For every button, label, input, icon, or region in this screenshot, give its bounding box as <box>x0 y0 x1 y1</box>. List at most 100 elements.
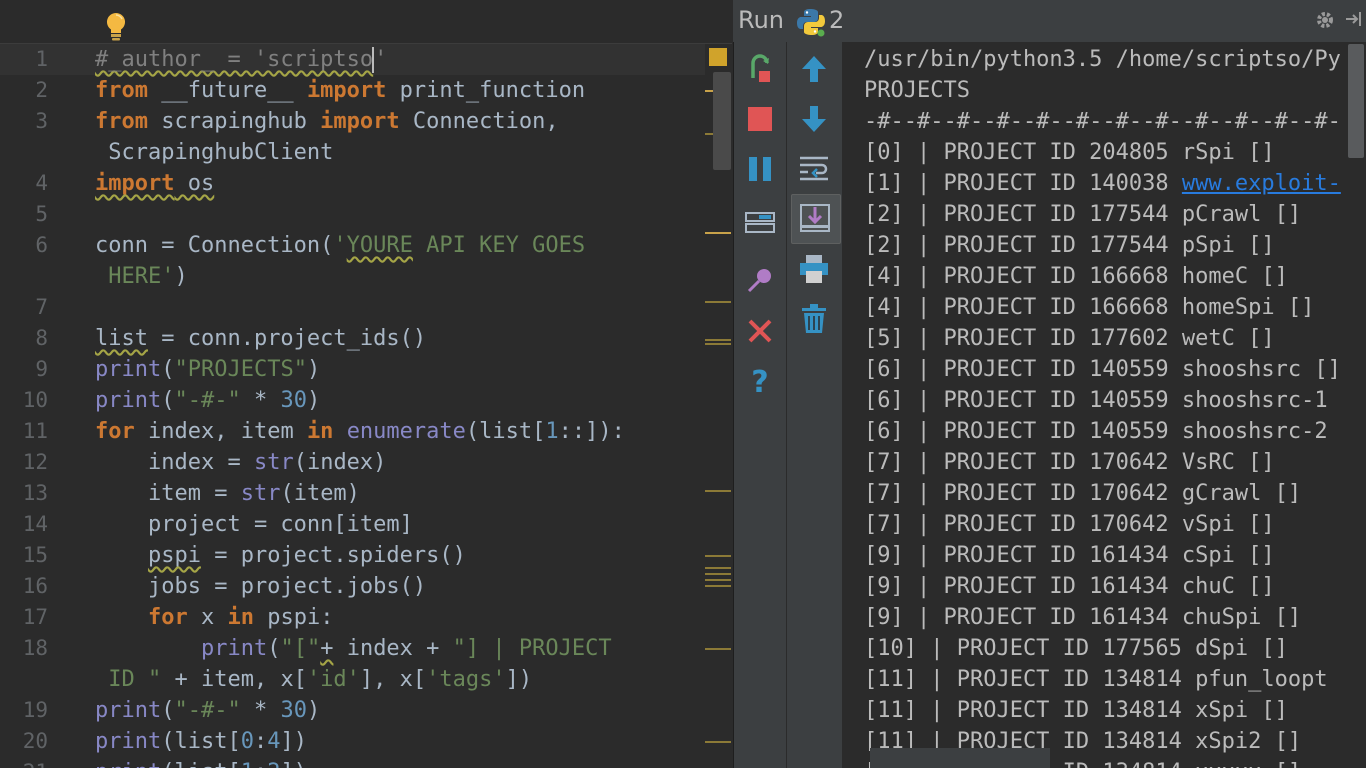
code-line[interactable]: HERE') <box>0 261 705 292</box>
code-line[interactable]: 13 item = str(item) <box>0 478 705 509</box>
code-text[interactable]: item = str(item) <box>95 478 360 509</box>
marker-stripe[interactable] <box>705 555 731 557</box>
gear-icon[interactable] <box>1314 9 1336 31</box>
console-scrollbar-thumb[interactable] <box>1348 44 1364 158</box>
editor-scrollbar-thumb[interactable] <box>713 72 731 170</box>
soft-wrap-icon[interactable] <box>797 152 831 186</box>
line-number: 6 <box>35 233 48 257</box>
code-line[interactable]: 16 jobs = project.jobs() <box>0 571 705 602</box>
code-text[interactable]: index = str(index) <box>95 447 386 478</box>
code-line[interactable]: 5 <box>0 199 705 230</box>
code-line[interactable]: 8 list = conn.project_ids() <box>0 323 705 354</box>
code-line[interactable]: 3 from scrapinghub import Connection, <box>0 106 705 137</box>
code-line[interactable]: 18 print("["+ index + "] | PROJECT <box>0 633 705 664</box>
code-text[interactable]: project = conn[item] <box>95 509 413 540</box>
line-number: 9 <box>35 357 48 381</box>
line-number: 4 <box>35 171 48 195</box>
marker-stripe[interactable] <box>705 339 731 341</box>
restore-layout-icon[interactable] <box>743 206 777 240</box>
python-icon <box>797 9 825 37</box>
code-text[interactable]: from scrapinghub import Connection, <box>95 106 559 137</box>
code-line[interactable]: 2 from __future__ import print_function <box>0 75 705 106</box>
print-icon[interactable] <box>797 252 831 286</box>
run-toolbar-secondary <box>787 42 842 768</box>
console-output[interactable]: /usr/bin/python3.5 /home/scriptso/Py PROJ… <box>843 42 1366 768</box>
marker-stripe[interactable] <box>705 579 731 581</box>
code-line[interactable]: 15 pspi = project.spiders() <box>0 540 705 571</box>
code-text[interactable]: ScrapinghubClient <box>95 137 333 168</box>
console-link[interactable]: www.exploit- <box>1182 171 1341 196</box>
console-line: [10] | PROJECT ID 177565 dSpi [] <box>864 633 1288 664</box>
marker-stripe[interactable] <box>705 741 731 743</box>
code-line[interactable]: 19 print("-#-" * 30) <box>0 695 705 726</box>
code-line[interactable]: 14 project = conn[item] <box>0 509 705 540</box>
code-text[interactable]: print(list[0:4]) <box>95 726 307 757</box>
close-icon[interactable] <box>743 314 777 348</box>
marker-stripe[interactable] <box>705 301 731 303</box>
scroll-to-end-icon[interactable] <box>798 201 832 235</box>
code-text[interactable]: print("["+ index + "] | PROJECT <box>95 633 612 664</box>
code-text[interactable]: HERE') <box>95 261 187 292</box>
console-line-text: [9] | PROJECT ID 161434 chuC [] <box>864 574 1275 599</box>
code-text[interactable]: #_author_ = 'scriptso' <box>95 44 387 75</box>
code-text[interactable]: import os <box>95 168 214 199</box>
console-line: [6] | PROJECT ID 140559 shooshsrc-2 <box>864 416 1328 447</box>
console-line: [9] | PROJECT ID 161434 cSpi [] <box>864 540 1275 571</box>
console-line: [4] | PROJECT ID 166668 homeSpi [] <box>864 292 1314 323</box>
code-text[interactable]: pspi = project.spiders() <box>95 540 466 571</box>
code-text[interactable]: print(list[1:2]) <box>95 757 307 768</box>
code-line[interactable]: 11 for index, item in enumerate(list[1::]… <box>0 416 705 447</box>
marker-stripe[interactable] <box>705 585 731 587</box>
code-line[interactable]: ID " + item, x['id'], x['tags']) <box>0 664 705 695</box>
pin-tab-icon[interactable] <box>743 264 777 298</box>
code-line[interactable]: 7 <box>0 292 705 323</box>
marker-stripe[interactable] <box>705 573 731 575</box>
code-line[interactable]: 4 import os <box>0 168 705 199</box>
code-line[interactable]: 17 for x in pspi: <box>0 602 705 633</box>
line-number: 17 <box>22 605 48 629</box>
code-text[interactable]: for index, item in enumerate(list[1::]): <box>95 416 625 447</box>
code-line[interactable]: 1 #_author_ = 'scriptso' <box>0 44 705 75</box>
code-line[interactable]: 10 print("-#-" * 30) <box>0 385 705 416</box>
code-line[interactable]: ScrapinghubClient <box>0 137 705 168</box>
code-editor[interactable]: 1 #_author_ = 'scriptso' 2 from __future__ … <box>0 0 732 768</box>
pause-icon[interactable] <box>743 152 777 186</box>
code-text[interactable]: ID " + item, x['id'], x['tags']) <box>95 664 532 695</box>
code-text[interactable]: jobs = project.jobs() <box>95 571 426 602</box>
code-text[interactable]: print("PROJECTS") <box>95 354 320 385</box>
marker-stripe[interactable] <box>705 567 731 569</box>
code-text[interactable]: print("-#-" * 30) <box>95 695 320 726</box>
console-line: [6] | PROJECT ID 140559 shooshsrc-1 <box>864 385 1328 416</box>
line-number: 12 <box>22 450 48 474</box>
trash-icon[interactable] <box>797 302 831 336</box>
code-area[interactable]: 1 #_author_ = 'scriptso' 2 from __future__ … <box>0 44 705 768</box>
code-line[interactable]: 6 conn = Connection('YOURE API KEY GOES <box>0 230 705 261</box>
code-line[interactable]: 21 print(list[1:2]) <box>0 757 705 768</box>
code-text[interactable]: from __future__ import print_function <box>95 75 585 106</box>
marker-stripe[interactable] <box>705 343 731 345</box>
down-arrow-icon[interactable] <box>797 102 831 136</box>
up-arrow-icon[interactable] <box>797 52 831 86</box>
code-text[interactable]: print("-#-" * 30) <box>95 385 320 416</box>
stop-icon[interactable] <box>743 102 777 136</box>
marker-stripe[interactable] <box>705 648 731 650</box>
console-line-text: [4] | PROJECT ID 166668 homeSpi [] <box>864 295 1315 320</box>
rerun-icon[interactable] <box>743 53 777 87</box>
warning-indicator-icon[interactable] <box>709 48 727 66</box>
help-icon[interactable]: ? <box>743 364 777 398</box>
console-line-text: /usr/bin/python3.5 /home/scriptso/Py <box>864 47 1341 72</box>
hide-panel-icon[interactable] <box>1343 9 1363 29</box>
console-horizontal-scrollbar[interactable] <box>870 748 1050 768</box>
code-text[interactable]: list = conn.project_ids() <box>95 323 426 354</box>
code-line[interactable]: 20 print(list[0:4]) <box>0 726 705 757</box>
marker-stripe[interactable] <box>705 490 731 492</box>
line-number: 3 <box>35 109 48 133</box>
console-line-text: -#--#--#--#--#--#--#--#--#--#--#--#- <box>864 109 1341 134</box>
code-text[interactable]: for x in pspi: <box>95 602 333 633</box>
line-number: 11 <box>22 419 48 443</box>
lightbulb-icon[interactable] <box>100 10 132 44</box>
marker-stripe[interactable] <box>705 232 731 234</box>
code-line[interactable]: 9 print("PROJECTS") <box>0 354 705 385</box>
code-text[interactable]: conn = Connection('YOURE API KEY GOES <box>95 230 585 261</box>
code-line[interactable]: 12 index = str(index) <box>0 447 705 478</box>
